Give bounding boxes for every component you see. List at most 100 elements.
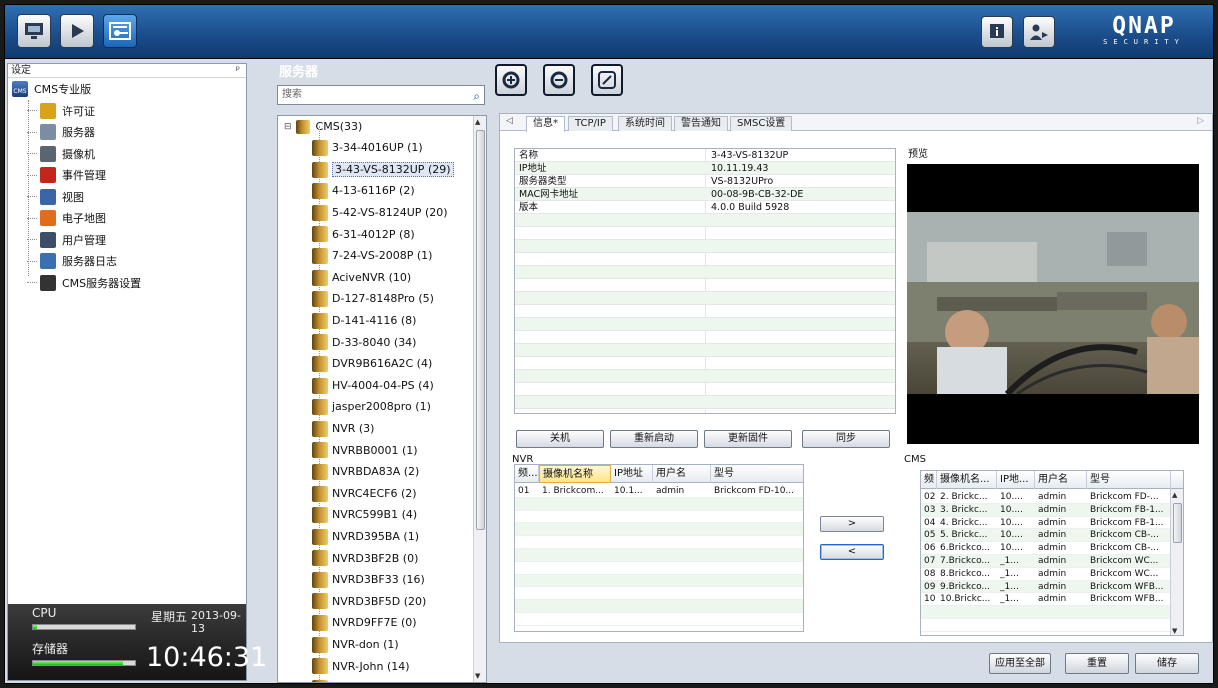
reset-button[interactable]: 重置 [1065, 653, 1129, 674]
action-button-1[interactable]: 重新启动 [610, 430, 698, 448]
scroll-down-icon[interactable]: ▼ [1172, 627, 1177, 635]
table-row[interactable]: 06 6.Brickco... 10.... admin Brickcom CB-... [921, 542, 1183, 555]
sidebar-item[interactable]: 用户管理 [8, 229, 246, 251]
column-header[interactable]: 型号 [1087, 471, 1171, 489]
sidebar-item[interactable]: CMS服务器设置 [8, 272, 246, 294]
search-input[interactable]: 搜索 ⌕ [277, 85, 485, 105]
table-row[interactable]: 01 1. Brickcom... 10.1... admin Brickcom FD-… [515, 485, 803, 498]
column-header[interactable]: 频... [515, 465, 539, 483]
column-header[interactable]: 型号 [711, 465, 803, 483]
scroll-thumb[interactable] [476, 130, 485, 530]
monitor-icon[interactable] [17, 14, 51, 48]
play-icon[interactable] [60, 14, 94, 48]
table-cell: 4. Brickc... [940, 517, 988, 528]
apply-all-button[interactable]: 应用至全部 [989, 653, 1051, 674]
move-right-button[interactable]: > [820, 516, 884, 532]
collapse-icon[interactable]: ⊟ [284, 122, 292, 132]
table-row[interactable]: 02 2. Brickc... 10.... admin Brickcom FD-... [921, 491, 1183, 504]
sidebar-item[interactable]: 服务器日志 [8, 251, 246, 273]
table-row[interactable]: 10 10.Brickc... _1... admin Brickcom WFB... [921, 593, 1183, 607]
remove-server-button[interactable] [543, 64, 575, 96]
table-row[interactable]: 09 9.Brickco... _1... admin Brickcom WFB... [921, 580, 1183, 594]
server-list-item[interactable]: NVR (3) [278, 418, 486, 440]
table-row[interactable]: 07 7.Brickco... _1... admin Brickcom WC... [921, 555, 1183, 568]
status-panel: CPU 星期五 2013-09-13 存储器 10:46:31 [8, 604, 267, 680]
add-server-button[interactable] [495, 64, 527, 96]
tab-4[interactable]: SMSC设置 [730, 116, 793, 131]
scroll-up-icon[interactable]: ▲ [1172, 491, 1177, 499]
scroll-thumb[interactable] [1173, 503, 1182, 543]
table-row[interactable]: 08 8.Brickco... _1... admin Brickcom WC... [921, 568, 1183, 581]
scroll-up-icon[interactable]: ▲ [475, 118, 480, 126]
info-icon[interactable] [981, 16, 1013, 48]
server-list-item[interactable]: NVRD3BF5D (20) [278, 590, 486, 612]
server-list-item[interactable]: 3-43-VS-8132UP (29) [278, 159, 486, 181]
server-list-item[interactable]: DVR9B616A2C (4) [278, 353, 486, 375]
server-list-item[interactable]: NVRD3BF2B (0) [278, 547, 486, 569]
server-list-scrollbar[interactable]: ▲ ▼ [473, 116, 486, 682]
server-list-item[interactable]: D-33-8040 (34) [278, 331, 486, 353]
edit-server-button[interactable] [591, 64, 623, 96]
server-list-item[interactable]: NVR-Justin (1) [278, 677, 486, 682]
sidebar-item[interactable]: 电子地图 [8, 208, 246, 230]
server-list-item[interactable]: 4-13-6116P (2) [278, 180, 486, 202]
server-list-item[interactable]: NVRC4ECF6 (2) [278, 483, 486, 505]
table-row[interactable]: 03 3. Brickc... 10.... admin Brickcom FB-1..… [921, 503, 1183, 517]
sidebar-item[interactable]: 视图 [8, 186, 246, 208]
column-header[interactable]: 频 [921, 471, 937, 489]
server-list-item[interactable]: HV-4004-04-PS (4) [278, 375, 486, 397]
action-button-0[interactable]: 关机 [516, 430, 604, 448]
server-list-item[interactable]: 3-34-4016UP (1) [278, 137, 486, 159]
server-list-item[interactable]: 6-31-4012P (8) [278, 223, 486, 245]
column-header[interactable]: IP地址 [611, 465, 653, 483]
server-list-item[interactable]: 7-24-VS-2008P (1) [278, 245, 486, 267]
tab-1[interactable]: TCP/IP [568, 116, 613, 131]
tab-2[interactable]: 系统时间 [618, 116, 672, 131]
server-list-item[interactable]: NVRC599B1 (4) [278, 504, 486, 526]
server-list-item[interactable]: NVR-don (1) [278, 634, 486, 656]
tab-scroll-right-icon[interactable]: ▷ [1197, 116, 1204, 126]
table-cell: 08 [924, 568, 936, 579]
sidebar-item[interactable]: 摄像机 [8, 143, 246, 165]
settings-tools-icon[interactable] [103, 14, 137, 48]
server-icon [312, 377, 328, 394]
server-list-item[interactable]: NVRD9FF7E (0) [278, 612, 486, 634]
search-icon[interactable]: ⌕ [473, 87, 480, 105]
tab-3[interactable]: 警告通知 [674, 116, 728, 131]
column-header[interactable]: 用户名 [1035, 471, 1087, 489]
server-list-item[interactable]: jasper2008pro (1) [278, 396, 486, 418]
cms-table-scrollbar[interactable]: ▲ ▼ [1170, 489, 1183, 635]
server-list-item[interactable]: 5-42-VS-8124UP (20) [278, 202, 486, 224]
tree-root-cms[interactable]: CMS CMS专业版 [8, 78, 246, 100]
tab-scroll-left-icon[interactable]: ◁ [506, 116, 513, 126]
sidebar-item[interactable]: 事件管理 [8, 165, 246, 187]
sidebar-item[interactable]: 许可证 [8, 100, 246, 122]
event-icon [40, 167, 56, 184]
move-left-button[interactable]: < [820, 544, 884, 560]
sidebar-item[interactable]: 服务器 [8, 122, 246, 144]
pin-icon[interactable]: ᵖ [236, 64, 240, 78]
server-list-item[interactable]: NVRD3BF33 (16) [278, 569, 486, 591]
server-list-item[interactable]: D-127-8148Pro (5) [278, 288, 486, 310]
server-list-item[interactable]: NVRBB0001 (1) [278, 439, 486, 461]
user-logout-icon[interactable] [1023, 16, 1055, 48]
table-row[interactable]: 04 4. Brickc... 10.... admin Brickcom FB-1..… [921, 517, 1183, 530]
action-button-3[interactable]: 同步 [802, 430, 890, 448]
save-button[interactable]: 储存 [1135, 653, 1199, 674]
tab-0[interactable]: 信息* [526, 116, 565, 132]
server-list-item[interactable]: NVRBDA83A (2) [278, 461, 486, 483]
server-list-item[interactable]: NVR-John (14) [278, 655, 486, 677]
action-button-2[interactable]: 更新固件 [704, 430, 792, 448]
server-list-item[interactable]: D-141-4116 (8) [278, 310, 486, 332]
server-name: NVR (3) [332, 422, 375, 436]
scroll-down-icon[interactable]: ▼ [475, 672, 480, 680]
column-header[interactable]: IP地... [997, 471, 1035, 489]
server-list-item[interactable]: NVRD395BA (1) [278, 526, 486, 548]
table-row[interactable]: 05 5. Brickc... 10.... admin Brickcom CB-... [921, 529, 1183, 543]
table-row [921, 619, 1183, 632]
server-tree-root[interactable]: ⊟ CMS(33) [278, 116, 486, 137]
column-header[interactable]: 摄像机名称 [539, 465, 611, 483]
column-header[interactable]: 用户名 [653, 465, 711, 483]
column-header[interactable]: 摄像机名... [937, 471, 997, 489]
server-list-item[interactable]: AciveNVR (10) [278, 267, 486, 289]
